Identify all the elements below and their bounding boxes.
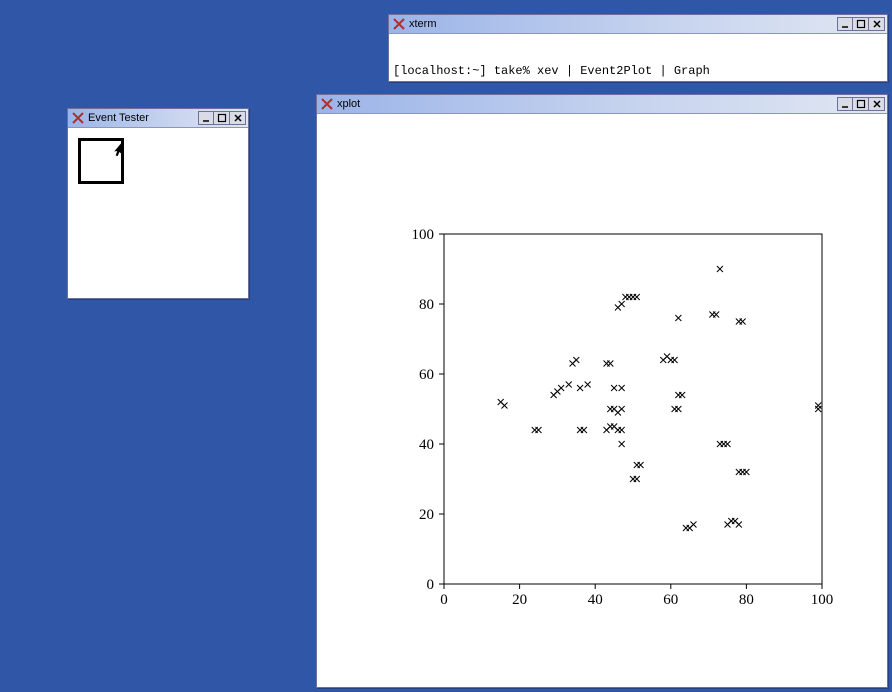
maximize-button[interactable] bbox=[214, 111, 230, 125]
terminal-line: [localhost:~] take% xev | Event2Plot | G… bbox=[393, 64, 883, 78]
window-title: xterm bbox=[409, 18, 837, 30]
svg-text:60: 60 bbox=[419, 367, 434, 383]
app-icon bbox=[393, 18, 405, 30]
close-button[interactable] bbox=[869, 97, 885, 111]
minimize-button[interactable] bbox=[198, 111, 214, 125]
app-icon bbox=[321, 98, 333, 110]
svg-text:40: 40 bbox=[588, 592, 603, 608]
scatter-chart: 0 20 40 60 80 100 0 20 40 60 80 100 bbox=[352, 224, 852, 644]
xplot-client: 0 20 40 60 80 100 0 20 40 60 80 100 bbox=[317, 114, 887, 687]
svg-text:60: 60 bbox=[663, 592, 678, 608]
xterm-client[interactable]: [localhost:~] take% xev | Event2Plot | G… bbox=[389, 34, 887, 81]
svg-text:100: 100 bbox=[412, 227, 435, 243]
cursor-icon bbox=[111, 140, 127, 156]
minimize-button[interactable] bbox=[837, 97, 853, 111]
event-tester-titlebar[interactable]: Event Tester bbox=[68, 109, 248, 128]
maximize-button[interactable] bbox=[853, 17, 869, 31]
event-tester-window[interactable]: Event Tester bbox=[67, 108, 249, 299]
minimize-button[interactable] bbox=[837, 17, 853, 31]
xplot-titlebar[interactable]: xplot bbox=[317, 95, 887, 114]
window-title: xplot bbox=[337, 98, 837, 110]
svg-text:100: 100 bbox=[811, 592, 834, 608]
xterm-window[interactable]: xterm [localhost:~] take% xev | Event2Pl… bbox=[388, 14, 888, 82]
event-tester-client[interactable] bbox=[68, 128, 248, 298]
svg-text:0: 0 bbox=[440, 592, 448, 608]
svg-text:40: 40 bbox=[419, 437, 434, 453]
close-button[interactable] bbox=[869, 17, 885, 31]
window-title: Event Tester bbox=[88, 112, 198, 124]
xplot-window[interactable]: xplot 0 20 40 60 80 100 0 20 40 60 80 100 bbox=[316, 94, 888, 688]
app-icon bbox=[72, 112, 84, 124]
svg-text:20: 20 bbox=[419, 507, 434, 523]
close-button[interactable] bbox=[230, 111, 246, 125]
chart-area: 0 20 40 60 80 100 0 20 40 60 80 100 bbox=[317, 114, 887, 687]
terminal-output: [localhost:~] take% xev | Event2Plot | G… bbox=[389, 34, 887, 81]
event-tester-canvas[interactable] bbox=[68, 128, 248, 298]
svg-text:20: 20 bbox=[512, 592, 527, 608]
xterm-titlebar[interactable]: xterm bbox=[389, 15, 887, 34]
svg-text:80: 80 bbox=[419, 297, 434, 313]
svg-text:0: 0 bbox=[427, 577, 435, 593]
maximize-button[interactable] bbox=[853, 97, 869, 111]
svg-text:80: 80 bbox=[739, 592, 754, 608]
